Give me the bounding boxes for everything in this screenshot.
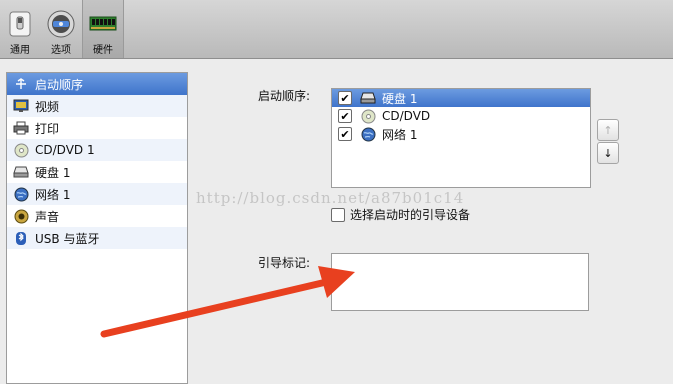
cd-icon bbox=[360, 108, 376, 124]
startup-order-icon bbox=[13, 76, 29, 92]
boot-item-network[interactable]: ✔ 网络 1 bbox=[332, 125, 590, 143]
boot-item-checkbox[interactable]: ✔ bbox=[338, 127, 352, 141]
options-disc-icon bbox=[46, 9, 76, 39]
boot-item-label: 网络 1 bbox=[382, 127, 418, 142]
toolbar: 通用 选项 硬件 bbox=[0, 0, 673, 59]
boot-order-label: 启动顺序: bbox=[258, 89, 311, 103]
sidebar-item-label: USB 与蓝牙 bbox=[35, 231, 100, 246]
sidebar-item-startup-order[interactable]: 启动顺序 bbox=[7, 73, 187, 95]
sidebar-item-usb-bluetooth[interactable]: USB 与蓝牙 bbox=[7, 227, 187, 249]
hard-disk-icon bbox=[13, 164, 29, 180]
speaker-icon bbox=[13, 208, 29, 224]
sidebar-item-video[interactable]: 视频 bbox=[7, 95, 187, 117]
toolbar-general-button[interactable]: 通用 bbox=[0, 0, 40, 58]
sidebar-item-label: CD/DVD 1 bbox=[35, 143, 95, 157]
globe-icon bbox=[13, 186, 29, 202]
arrow-up-icon: ↑ bbox=[603, 123, 613, 137]
toolbar-general-label: 通用 bbox=[10, 45, 30, 56]
monitor-icon bbox=[13, 98, 29, 114]
globe-icon bbox=[360, 126, 376, 142]
boot-flags-label: 引导标记: bbox=[258, 256, 311, 270]
sidebar-item-print[interactable]: 打印 bbox=[7, 117, 187, 139]
hardware-chip-icon bbox=[88, 9, 118, 39]
boot-item-label: 硬盘 1 bbox=[382, 91, 418, 106]
arrow-down-icon: ↓ bbox=[603, 146, 613, 160]
printer-icon bbox=[13, 120, 29, 136]
sidebar-item-sound[interactable]: 声音 bbox=[7, 205, 187, 227]
sidebar-item-cd-dvd[interactable]: CD/DVD 1 bbox=[7, 139, 187, 161]
toolbar-hardware-label: 硬件 bbox=[93, 45, 113, 56]
toolbar-options-button[interactable]: 选项 bbox=[41, 0, 81, 58]
sidebar-item-label: 声音 bbox=[35, 209, 60, 224]
hard-disk-icon bbox=[360, 90, 376, 106]
general-switch-icon bbox=[5, 9, 35, 39]
toolbar-hardware-button[interactable]: 硬件 bbox=[82, 0, 124, 58]
sidebar-item-label: 网络 1 bbox=[35, 187, 71, 202]
boot-flags-field[interactable] bbox=[331, 253, 589, 311]
boot-item-hard-disk[interactable]: ✔ 硬盘 1 bbox=[332, 89, 590, 107]
move-down-button[interactable]: ↓ bbox=[597, 142, 619, 164]
boot-item-checkbox[interactable]: ✔ bbox=[338, 91, 352, 105]
select-boot-device-checkbox[interactable] bbox=[331, 207, 345, 222]
cd-icon bbox=[13, 142, 29, 158]
boot-item-label: CD/DVD bbox=[382, 109, 431, 123]
select-boot-device-option[interactable]: 选择启动时的引导设备 bbox=[331, 206, 470, 223]
watermark-text: http://blog.csdn.net/a87b01c14 bbox=[196, 189, 465, 207]
select-boot-device-label: 选择启动时的引导设备 bbox=[350, 208, 471, 222]
hardware-sidebar: 启动顺序 视频 打印 CD/DVD 1 硬盘 1 网络 1 声音 USB 与蓝牙 bbox=[6, 72, 188, 384]
usb-bluetooth-icon bbox=[13, 230, 29, 246]
boot-order-list[interactable]: ✔ 硬盘 1 ✔ CD/DVD ✔ 网络 1 bbox=[331, 88, 591, 188]
boot-item-cd-dvd[interactable]: ✔ CD/DVD bbox=[332, 107, 590, 125]
move-up-button[interactable]: ↑ bbox=[597, 119, 619, 141]
toolbar-options-label: 选项 bbox=[51, 45, 71, 56]
sidebar-item-network[interactable]: 网络 1 bbox=[7, 183, 187, 205]
sidebar-item-hard-disk[interactable]: 硬盘 1 bbox=[7, 161, 187, 183]
boot-item-checkbox[interactable]: ✔ bbox=[338, 109, 352, 123]
sidebar-item-label: 视频 bbox=[35, 99, 60, 114]
sidebar-item-label: 启动顺序 bbox=[35, 77, 84, 92]
sidebar-item-label: 打印 bbox=[35, 121, 60, 136]
sidebar-item-label: 硬盘 1 bbox=[35, 165, 71, 180]
